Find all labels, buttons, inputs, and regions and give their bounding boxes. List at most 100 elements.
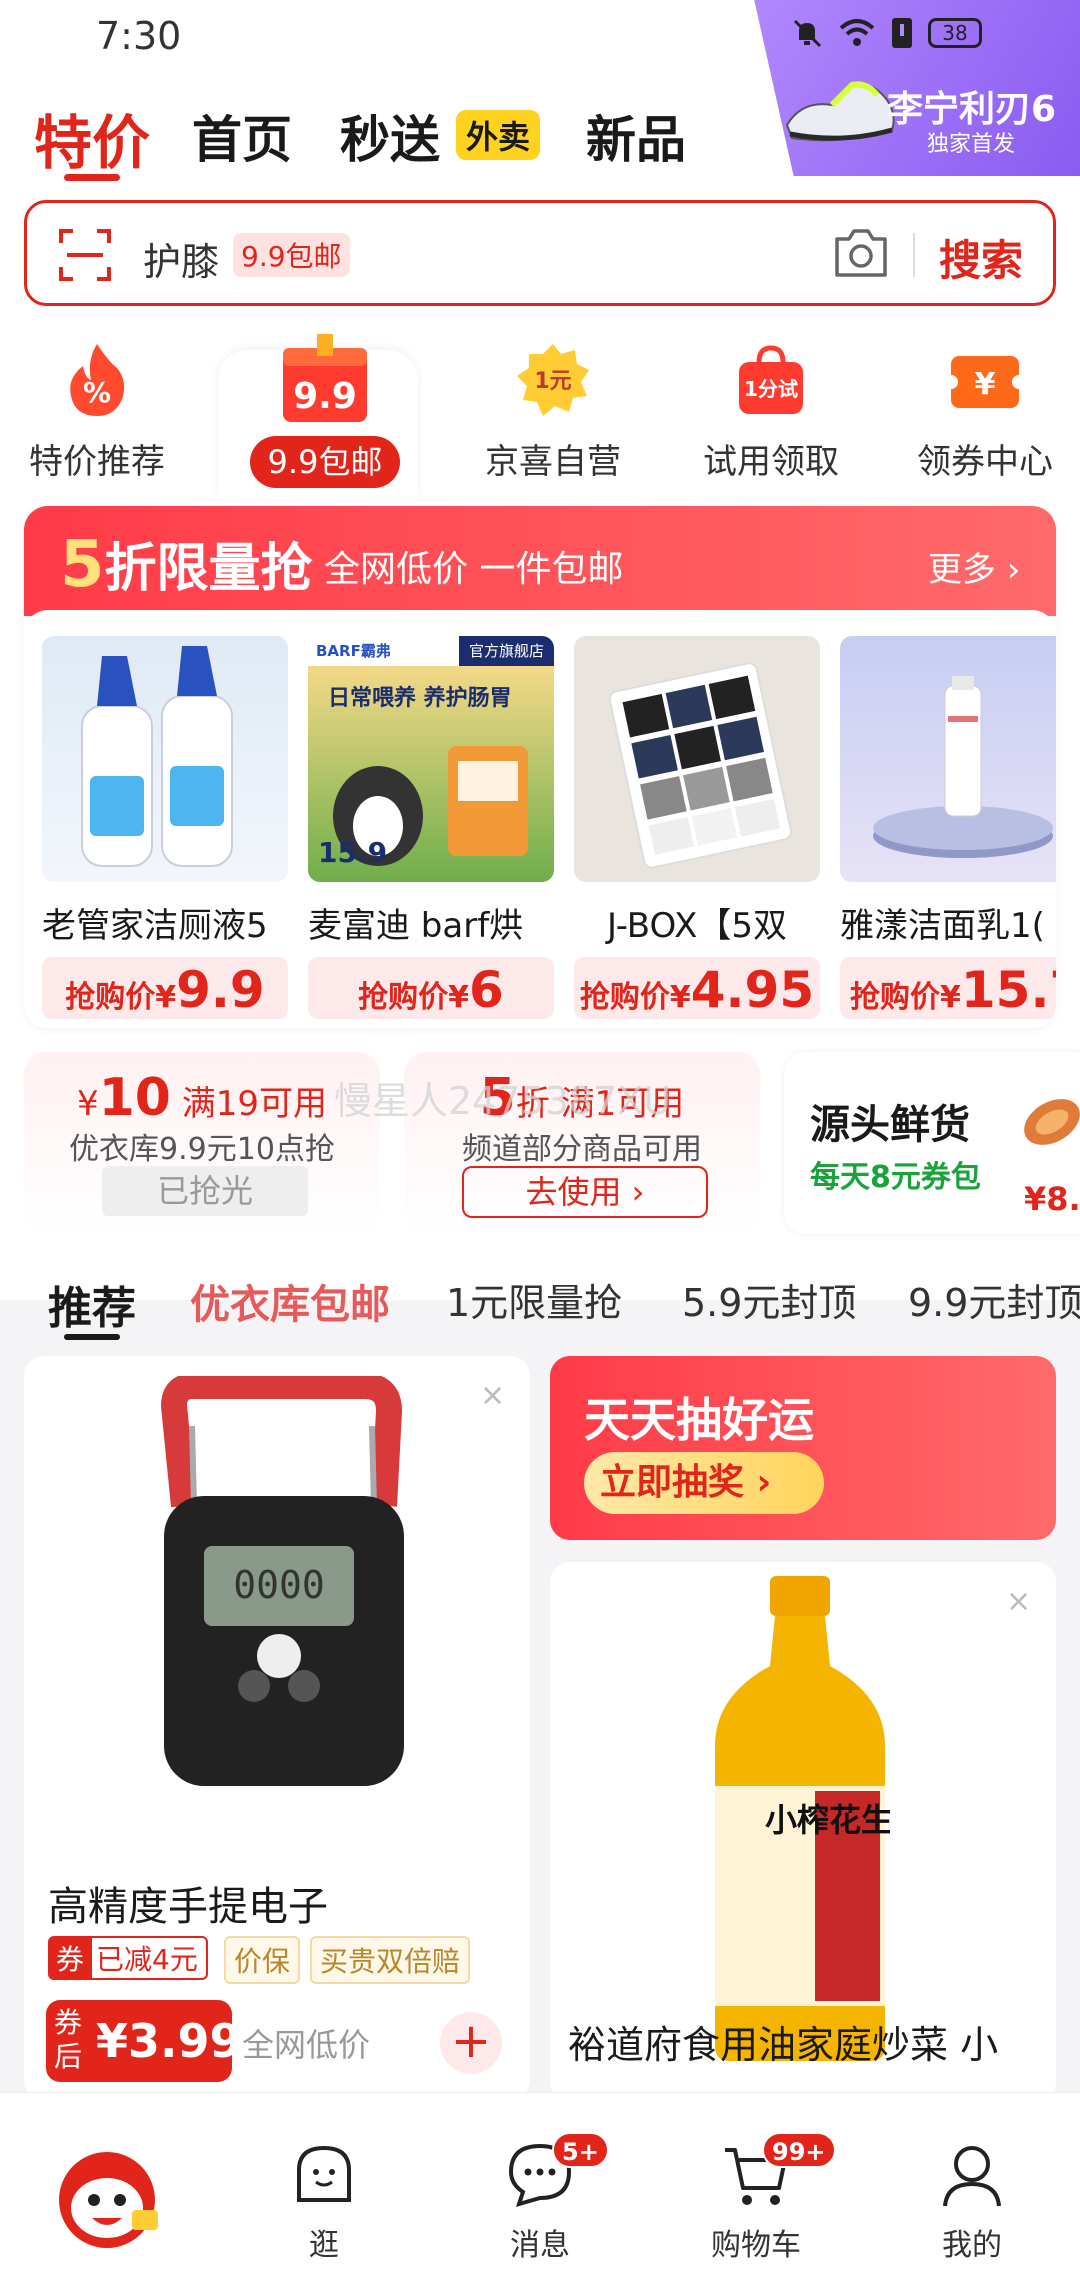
message-badge: 5+ [552, 2132, 609, 2168]
quick-entry-trial[interactable]: 1分试 试用领取 [676, 340, 866, 483]
flash-sale-title: 5折限量抢 [60, 526, 313, 602]
barf-line: 日常喂养 养护肠胃 [328, 686, 512, 711]
quick-entry-label: 京喜自营 [485, 442, 621, 482]
nav-home-mascot[interactable] [52, 2140, 162, 2250]
feed-tab-9-9[interactable]: 9.9元封顶 [908, 1272, 1080, 1327]
tab-new[interactable]: 新品 [586, 100, 686, 172]
product-title: 高精度手提电子 [48, 1884, 328, 1930]
profile-icon [943, 2146, 1001, 2207]
nav-label: 购物车 [711, 2228, 801, 2263]
express-badge: 外卖 [456, 110, 541, 160]
flash-sale-panel: 5折限量抢 全网低价 一件包邮 更多 › 老管家洁厕液5 抢购价¥ 9.9 BAR… [24, 506, 1056, 1028]
flash-item-name: 雅漾洁面乳1( [840, 906, 1045, 946]
nav-profile[interactable]: 我的 [912, 2140, 1032, 2264]
tab-home[interactable]: 首页 [192, 100, 292, 172]
flash-item[interactable]: J-BOX【5双 抢购价¥ 4.95 [574, 636, 820, 1019]
product-card[interactable]: × 小榨花生油 裕道府食用油家庭炒菜 小 [550, 1562, 1056, 2102]
quick-entry-label: 试用领取 [703, 442, 839, 482]
svg-text:0000: 0000 [233, 1563, 325, 1607]
wifi-icon [839, 19, 875, 46]
tab-deals-underline [64, 174, 120, 181]
quick-entry-label: 特价推荐 [29, 442, 165, 482]
lottery-banner[interactable]: 天天抽好运 立即抽奖 › [550, 1356, 1056, 1540]
bell-muted-icon [793, 19, 822, 48]
coupon-card[interactable]: ¥10 满19可用 优衣库9.9元10点抢 已抢光 [24, 1052, 380, 1234]
scan-icon[interactable] [57, 227, 113, 283]
battery-icon: 38 [928, 18, 982, 48]
coupon-desc: 优衣库9.9元10点抢 [69, 1132, 335, 1167]
price-value: 6 [469, 961, 504, 1019]
flash-item-price: 抢购价¥ 9.9 [42, 957, 288, 1019]
price-label: 抢购价¥ [65, 980, 177, 1015]
nav-browse[interactable]: 逛 [264, 2140, 384, 2264]
feed-tab-5-9[interactable]: 5.9元封顶 [682, 1272, 856, 1327]
box-text: 9.9 [293, 376, 357, 417]
digital-scale-image: 0000 [161, 1376, 404, 1786]
barf-price: 15.9 [318, 836, 388, 869]
flash-item[interactable]: 雅漾洁面乳1( 抢购价¥15.7 [840, 636, 1056, 1019]
fire-percent-icon: % [70, 344, 125, 416]
cart-badge: 99+ [762, 2132, 836, 2168]
search-bar[interactable]: 护膝 9.9包邮 搜索 [24, 200, 1056, 306]
price-badge: 券后 ¥3.99 [46, 2000, 242, 2082]
add-to-cart-button[interactable]: + [440, 2012, 502, 2074]
feed-tab-1yuan[interactable]: 1元限量抢 [446, 1272, 622, 1327]
coupon-amount: ¥10 满19可用 [24, 1068, 380, 1128]
fresh-goods-card[interactable]: 源头鲜货 每天8元券包 ¥8. [784, 1052, 1080, 1234]
trial-text: 1分试 [744, 377, 798, 401]
price-label: 抢购价¥ [358, 980, 470, 1015]
feed-tab-uniqlo[interactable]: 优衣库包邮 [190, 1272, 390, 1330]
gift-box-99-icon: 9.9 [283, 334, 367, 422]
flash-item[interactable]: BARF霸弗 官方旗舰店 日常喂养 养护肠胃 15.9 麦富迪 barf烘 抢购价… [308, 636, 554, 1019]
search-keyword[interactable]: 护膝 [143, 231, 219, 286]
tab-deals[interactable]: 特价 [34, 96, 150, 180]
barf-brand: BARF霸弗 [316, 642, 391, 660]
promo-title: 李宁利刃6 [887, 89, 1057, 130]
quick-entry-coupon[interactable]: ¥ 领券中心 [890, 340, 1080, 483]
flash-item[interactable]: 老管家洁厕液5 抢购价¥ 9.9 [42, 636, 288, 1019]
flash-item-price: 抢购价¥15.7 [840, 957, 1056, 1019]
search-divider [913, 233, 915, 277]
facial-cleanser-image [840, 636, 1056, 882]
discount-tag: 已减4元 [86, 1936, 208, 1980]
price-label: 抢购价¥ [850, 980, 961, 1015]
coupon-yen-icon: ¥ [944, 356, 1026, 408]
camera-icon[interactable] [831, 225, 891, 281]
price-value: 9.9 [176, 961, 265, 1019]
flash-sale-more-link[interactable]: 更多 › [928, 542, 1020, 591]
search-tag: 9.9包邮 [233, 233, 350, 277]
quick-entry-99[interactable]: 9.9 [230, 330, 420, 434]
one-yuan-badge-icon: 1元 [517, 344, 589, 416]
quick-entry-label: 9.9包邮 [250, 436, 400, 488]
fresh-title: 源头鲜货 [810, 1102, 970, 1148]
product-card[interactable]: × 0000 高精度手提电子 券 已减4元 价保 买贵双倍赔 券后 ¥3.99 … [24, 1356, 530, 2100]
close-icon[interactable]: × [1006, 1584, 1031, 1619]
browse-icon [297, 2145, 351, 2202]
price-label: 抢购价¥ [579, 980, 691, 1015]
barf-store: 官方旗舰店 [458, 636, 554, 666]
toilet-cleaner-bottles-image [42, 636, 288, 882]
trial-bag-icon: 1分试 [739, 345, 803, 414]
search-button[interactable]: 搜索 [939, 227, 1023, 288]
nav-label: 逛 [309, 2228, 339, 2263]
coupon-prefix: ¥ [76, 1084, 99, 1124]
barf-header: BARF霸弗 官方旗舰店 [308, 636, 554, 666]
coupon-sold-out-button[interactable]: 已抢光 [102, 1166, 308, 1216]
quick-entry-deals[interactable]: % 特价推荐 [2, 340, 192, 483]
svg-text:%: % [83, 376, 111, 409]
oil-bottle-image: 小榨花生油 [715, 1576, 890, 2061]
close-icon[interactable]: × [480, 1378, 505, 1413]
tab-express[interactable]: 秒送 [340, 100, 440, 172]
flash-sale-five: 5 [60, 528, 105, 602]
quick-entry-jingxi[interactable]: 1元 京喜自营 [458, 340, 648, 483]
feed-tab-recommend[interactable]: 推荐 [48, 1272, 136, 1336]
fresh-price: ¥8. [1024, 1180, 1080, 1218]
flash-item-name: J-BOX【5双 [606, 906, 788, 946]
one-yuan-text: 1元 [534, 369, 571, 394]
double-refund-tag: 买贵双倍赔 [310, 1936, 471, 1984]
sweet-potato-image [1024, 1099, 1080, 1145]
price-note: 全网低价 [242, 2026, 371, 2064]
coupon-condition: 满19可用 [181, 1084, 328, 1124]
lottery-button[interactable]: 立即抽奖 › [584, 1452, 824, 1514]
coupon-use-button[interactable]: 去使用 › [462, 1166, 708, 1218]
